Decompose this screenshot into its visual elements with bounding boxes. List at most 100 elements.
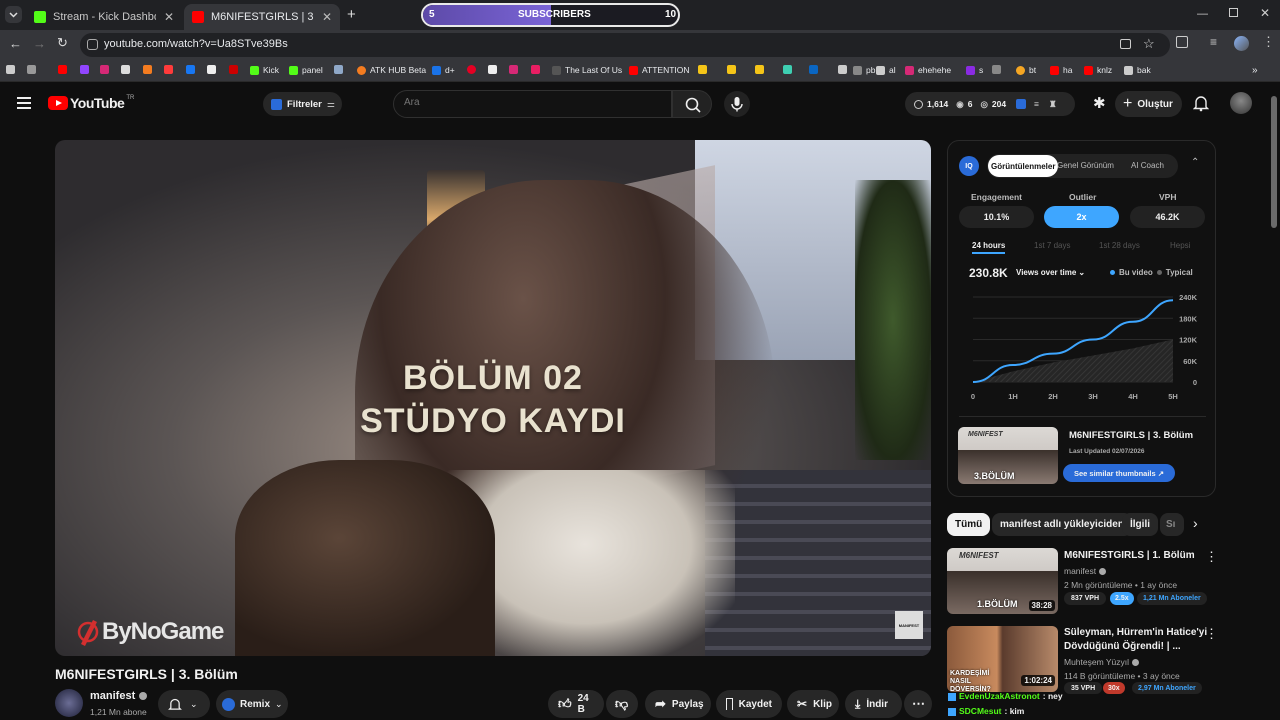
linkedin-bookmark-icon[interactable] — [809, 65, 822, 74]
menu-kebab-icon[interactable]: ⋮ — [1262, 34, 1275, 50]
pinterest-bookmark-icon[interactable] — [467, 65, 480, 74]
account-avatar[interactable] — [1230, 92, 1252, 114]
bookmark-the-last-of-us[interactable]: The Last Of Us — [552, 65, 622, 75]
media-controls-icon[interactable]: ≡ — [1210, 35, 1217, 49]
chip-from-uploader[interactable]: manifest adlı yükleyiciden — [992, 513, 1132, 536]
instagram-bookmark-icon[interactable] — [100, 65, 113, 74]
tab-search-button[interactable] — [5, 6, 22, 23]
related-video-2[interactable]: KARDEŞİMİ NASIL DÖVERSİN? 1:02:24 Süleym… — [947, 626, 1218, 694]
video-player[interactable]: BÖLÜM 02 STÜDYO KAYDI ByNoGame MANIFEST — [55, 140, 931, 656]
grid-icon[interactable] — [27, 65, 40, 74]
youtube-bookmark-icon[interactable] — [58, 65, 71, 74]
notifications-bell-icon[interactable] — [1193, 94, 1209, 112]
bookmark-icon[interactable] — [698, 65, 711, 74]
youtube-logo[interactable]: YouTube TR — [48, 95, 134, 111]
more-bookmarks-icon[interactable]: » — [1252, 65, 1258, 76]
voice-search-button[interactable] — [724, 91, 750, 117]
window-close-button[interactable]: ✕ — [1260, 6, 1270, 20]
range-all[interactable]: Hepsi — [1170, 241, 1190, 250]
bookmark-icon[interactable] — [229, 65, 242, 74]
more-actions-button[interactable]: ⋯ — [904, 690, 932, 718]
bookmark-atk-hub[interactable]: ATK HUB Beta — [357, 65, 426, 75]
bookmark-disney[interactable]: d+ — [432, 65, 455, 75]
bookmark-ehehehe[interactable]: ehehehe — [905, 65, 951, 75]
view-mode-dropdown[interactable]: Views over time ⌄ — [1016, 268, 1085, 277]
chip-related[interactable]: İlgili — [1122, 513, 1158, 536]
hamburger-menu-icon[interactable] — [17, 97, 31, 109]
bookmark-icon[interactable] — [531, 65, 544, 74]
instagram-bookmark-icon[interactable] — [509, 65, 522, 74]
twitch-bookmark-icon[interactable] — [80, 65, 93, 74]
bookmark-knlz[interactable]: knlz — [1084, 65, 1112, 75]
see-similar-thumbnails-button[interactable]: See similar thumbnails ↗ — [1063, 464, 1175, 482]
chip-recent[interactable]: Sı — [1160, 513, 1184, 536]
bookmark-icon[interactable] — [992, 65, 1005, 74]
browser-tab-youtube[interactable]: M6NIFESTGIRLS | 3. Bölüm - Yo ✕ — [184, 4, 340, 30]
reload-icon[interactable]: ↻ — [57, 35, 68, 51]
save-button[interactable]: Kaydet — [716, 690, 782, 718]
apps-icon[interactable] — [6, 65, 19, 74]
bookmark-attention[interactable]: ATTENTION — [629, 65, 690, 75]
download-button[interactable]: ⤓ İndir — [845, 690, 902, 718]
profile-avatar[interactable] — [1234, 36, 1249, 51]
bookmark-s[interactable]: s — [966, 65, 983, 75]
create-button[interactable]: + Oluştur — [1115, 91, 1182, 117]
close-icon[interactable]: ✕ — [164, 10, 174, 24]
bookmark-icon[interactable] — [838, 65, 851, 74]
bookmark-pb[interactable]: pb — [853, 65, 875, 75]
forward-icon[interactable]: → — [33, 36, 46, 51]
window-minimize-button[interactable]: — — [1197, 8, 1208, 20]
channel-avatar[interactable] — [55, 689, 83, 717]
search-box[interactable] — [393, 90, 672, 118]
page-scrollbar[interactable] — [1271, 96, 1277, 228]
share-button[interactable]: ➦ Paylaş — [645, 690, 711, 718]
address-bar[interactable]: youtube.com/watch?v=Ua8STve39Bs ☆ — [80, 33, 1170, 57]
bookmark-panel[interactable]: panel — [289, 65, 323, 75]
bookmark-star-icon[interactable]: ☆ — [1143, 36, 1155, 52]
gear-icon[interactable]: ✱ — [1093, 94, 1106, 112]
more-vert-icon[interactable]: ⋮ — [1205, 549, 1218, 565]
bookmark-ha[interactable]: ha — [1050, 65, 1072, 75]
range-7d[interactable]: 1st 7 days — [1034, 241, 1070, 250]
window-restore-button[interactable] — [1229, 8, 1238, 17]
panel-tab-views[interactable]: Görüntülenmeler — [988, 155, 1059, 177]
search-button[interactable] — [672, 90, 712, 118]
like-button[interactable]: 👍︎ 24 B — [548, 690, 604, 718]
panel-tab-ai-coach[interactable]: AI Coach — [1131, 161, 1164, 170]
dislike-button[interactable]: 👎︎ — [606, 690, 638, 718]
site-info-icon[interactable] — [87, 39, 98, 50]
chip-all[interactable]: Tümü — [947, 513, 991, 536]
remix-button[interactable]: Remix ⌄ — [216, 690, 288, 718]
clip-button[interactable]: ✂ Klip — [787, 690, 839, 718]
bookmark-icon[interactable] — [121, 65, 134, 74]
x-bookmark-icon[interactable] — [207, 65, 220, 74]
bookmark-icon[interactable] — [164, 65, 177, 74]
steam-bookmark-icon[interactable] — [334, 65, 347, 74]
cast-icon[interactable] — [1120, 39, 1131, 49]
bookmark-bak[interactable]: bak — [1124, 65, 1151, 75]
new-tab-button[interactable]: + — [347, 6, 356, 23]
channel-name[interactable]: manifest — [90, 690, 148, 702]
search-input[interactable] — [404, 97, 654, 108]
related-video-1[interactable]: M6NIFEST 1.BÖLÜM 38:28 M6NIFESTGIRLS | 1… — [947, 548, 1218, 614]
back-icon[interactable]: ← — [9, 36, 22, 51]
more-vert-icon[interactable]: ⋮ — [1205, 626, 1218, 642]
bookmark-icon[interactable] — [755, 65, 768, 74]
bookmark-icon[interactable] — [488, 65, 501, 74]
range-24h[interactable]: 24 hours — [972, 241, 1006, 254]
close-icon[interactable]: ✕ — [322, 10, 332, 24]
range-28d[interactable]: 1st 28 days — [1099, 241, 1140, 250]
chevron-right-icon[interactable]: › — [1193, 515, 1198, 531]
channel-stats-pill[interactable]: 1,614 ◉ 6 ◎ 204 ≡ ♜ — [905, 92, 1075, 116]
bookmark-icon[interactable] — [143, 65, 156, 74]
bookmark-icon[interactable] — [727, 65, 740, 74]
bookmark-bt[interactable]: bt — [1016, 65, 1036, 75]
bookmark-icon[interactable] — [783, 65, 796, 74]
bookmark-kick[interactable]: Kick — [250, 65, 279, 75]
facebook-bookmark-icon[interactable] — [186, 65, 199, 74]
collapse-chevron-icon[interactable]: ⌃ — [1191, 157, 1199, 168]
extensions-icon[interactable] — [1176, 36, 1188, 48]
browser-tab-kick[interactable]: Stream - Kick Dashboard ✕ — [26, 4, 182, 30]
notification-subscribe-button[interactable]: ⌄ — [158, 690, 210, 718]
panel-tab-overview[interactable]: Genel Görünüm — [1057, 161, 1114, 170]
